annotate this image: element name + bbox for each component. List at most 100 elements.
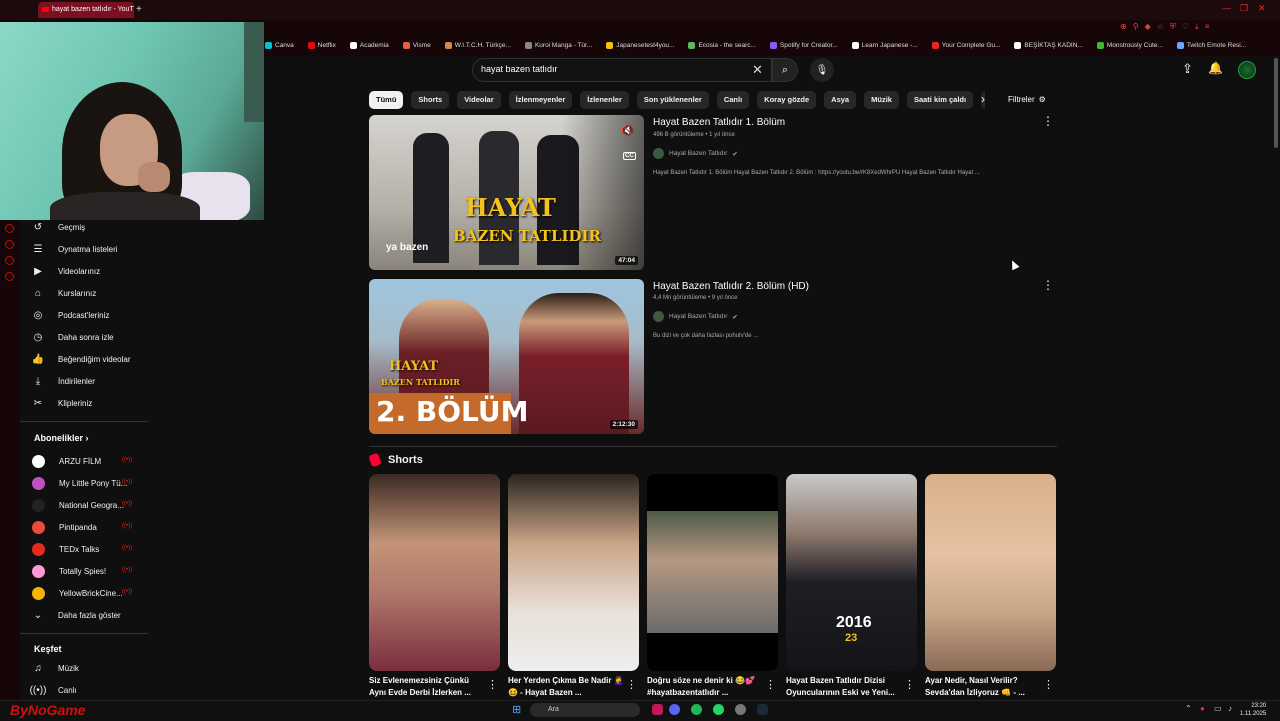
filter-chip[interactable]: Son yüklenenler <box>636 91 709 109</box>
discord-icon[interactable] <box>669 704 680 715</box>
tray-chevron-icon[interactable]: ⌃ <box>1185 704 1192 713</box>
subscription-item[interactable]: National Geogra... <box>32 495 124 515</box>
bookmark-item[interactable]: Spotify for Creator... <box>769 38 838 52</box>
menu-icon[interactable]: ≡ <box>1205 22 1210 32</box>
short-title[interactable]: Hayat Bazen Tatlıdır Dizisi Oyuncularını… <box>786 675 904 699</box>
sidebar-item[interactable]: ✂ Klipleriniz <box>32 393 92 413</box>
minimize-icon[interactable]: — <box>1222 3 1231 13</box>
more-options-icon[interactable]: ⋮ <box>765 678 776 691</box>
bookmark-item[interactable]: Academia <box>349 38 389 52</box>
filter-chip[interactable]: İzlenenler <box>580 91 629 109</box>
bookmark-item[interactable]: W.I.T.C.H. Türkçe... <box>444 38 511 52</box>
short-title[interactable]: Ayar Nedir, Nasıl Verilir? Sevda'dan İzl… <box>925 675 1043 699</box>
sidebar-item[interactable]: ☰ Oynatma listeleri <box>32 239 118 259</box>
browser-tab[interactable]: hayat bazen tatlıdır - YouT <box>38 2 134 18</box>
short-title[interactable]: Her Yerden Çıkma Be Nadir 🤦‍♀️😆 - Hayat … <box>508 675 626 699</box>
spotify-icon[interactable] <box>691 704 702 715</box>
bookmark-item[interactable]: Your Complete Gu... <box>931 38 1000 52</box>
taskbar-clock[interactable]: 23:20 1.11.2025 <box>1240 702 1266 718</box>
more-options-icon[interactable]: ⋮ <box>1042 278 1054 292</box>
sidebar-item[interactable]: ▶ Videolarınız <box>32 261 100 281</box>
bookmark-item[interactable]: BEŞİKTAŞ KADIN... <box>1014 38 1083 52</box>
sidebar-item[interactable]: ♫ Müzik <box>32 658 79 678</box>
page-scrollbar[interactable] <box>1274 58 1278 148</box>
bookmark-item[interactable]: Kuroi Manga - Tür... <box>524 38 592 52</box>
zoom-icon[interactable]: ⊕ <box>1120 22 1127 32</box>
settings-icon[interactable] <box>735 704 746 715</box>
filter-chip[interactable]: Saati kim çaldı <box>906 91 974 109</box>
filter-chip[interactable]: Videolar <box>457 91 501 109</box>
side-panel-icon[interactable] <box>5 224 14 233</box>
side-panel-icon[interactable] <box>5 240 14 249</box>
sidebar-item[interactable]: ((•)) Canlı <box>30 680 77 700</box>
subscription-item[interactable]: Totally Spies! <box>32 561 106 581</box>
filter-chip[interactable]: Canlı <box>716 91 750 109</box>
sidebar-item[interactable]: ⤓ İndirilenler <box>32 371 95 391</box>
video-title[interactable]: Hayat Bazen Tatlıdır 2. Bölüm (HD) <box>653 281 809 292</box>
video-title[interactable]: Hayat Bazen Tatlıdır 1. Bölüm <box>653 117 785 128</box>
cc-icon[interactable]: CC <box>623 152 636 160</box>
side-panel-icon[interactable] <box>5 256 14 265</box>
short-thumbnail[interactable] <box>508 474 639 671</box>
voice-search-button[interactable]: 🎙 <box>810 58 834 82</box>
show-more-button[interactable]: ⌄ Daha fazla göster <box>32 605 121 625</box>
more-options-icon[interactable]: ⋮ <box>904 678 915 691</box>
short-thumbnail[interactable] <box>925 474 1056 671</box>
new-tab-button[interactable]: + <box>136 2 142 18</box>
close-window-icon[interactable]: ✕ <box>1258 3 1266 14</box>
short-thumbnail[interactable]: 2016 23 <box>786 474 917 671</box>
bookmark-item[interactable]: Netflix <box>307 38 336 52</box>
browser-app-icon[interactable] <box>652 704 663 715</box>
sidebar-item[interactable]: ◎ Podcast'leriniz <box>32 305 110 325</box>
sidebar-item[interactable]: ◷ Daha sonra izle <box>32 327 114 347</box>
filter-chip[interactable]: İzlenmeyenler <box>508 91 573 109</box>
mic-tray-icon[interactable]: ● <box>1200 704 1205 713</box>
short-title[interactable]: Siz Evlenemezsiniz Çünkü Aynı Evde Derbi… <box>369 675 487 699</box>
more-options-icon[interactable]: ⋮ <box>487 678 498 691</box>
video-thumbnail[interactable]: HAYAT BAZEN TATLIDIR 2. BÖLÜM 2:12:30 <box>369 279 644 434</box>
subscription-item[interactable]: YellowBrickCine... <box>32 583 123 603</box>
subscription-item[interactable]: My Little Pony Tü... <box>32 473 127 493</box>
subscriptions-heading[interactable]: Abonelikler › <box>34 433 89 443</box>
bookmark-item[interactable]: Learn Japanese -... <box>851 38 918 52</box>
bookmark-item[interactable]: Japanesetest4you... <box>606 38 674 52</box>
shield-icon[interactable]: ⛨ <box>1170 22 1176 32</box>
bookmark-item[interactable]: Twitch Emote Resi... <box>1176 38 1246 52</box>
subscription-item[interactable]: ARZU FİLM <box>32 451 101 471</box>
search-button[interactable]: ⌕ <box>772 58 798 82</box>
subscription-item[interactable]: Pintipanda <box>32 517 97 537</box>
video-channel[interactable]: Hayat Bazen Tatlıdır ✔ <box>653 148 738 159</box>
network-icon[interactable]: ▭ <box>1214 704 1222 713</box>
filter-chip[interactable]: Koray gözde <box>757 91 817 109</box>
windows-start-icon[interactable]: ⊞ <box>512 703 521 716</box>
filter-chip[interactable]: Shorts <box>411 91 450 109</box>
short-title[interactable]: Doğru söze ne denir ki 😂💕 #hayatbazentat… <box>647 675 765 699</box>
restore-icon[interactable]: ❐ <box>1240 3 1248 14</box>
chevron-right-icon[interactable]: › <box>981 92 985 106</box>
bookmark-star-icon[interactable]: ☆ <box>1157 22 1164 32</box>
sidebar-item[interactable]: 👍 Beğendiğim videolar <box>32 349 131 369</box>
filter-chip[interactable]: Tümü <box>369 91 404 109</box>
filter-chip[interactable]: Asya <box>824 91 857 109</box>
sidebar-item[interactable]: ↺ Geçmiş <box>32 217 85 237</box>
bookmark-item[interactable]: Ecosia - the searc... <box>688 38 756 52</box>
short-thumbnail[interactable] <box>647 474 778 671</box>
download-icon[interactable]: ⤓ <box>1195 22 1199 32</box>
more-options-icon[interactable]: ⋮ <box>626 678 637 691</box>
bookmark-item[interactable]: Monstrously Cute... <box>1096 38 1163 52</box>
extension-icon[interactable]: ◆ <box>1145 22 1151 32</box>
subscription-item[interactable]: TEDx Talks <box>32 539 99 559</box>
pin-icon[interactable]: ⚲ <box>1133 22 1139 32</box>
account-avatar[interactable] <box>1238 61 1256 79</box>
sidebar-item[interactable]: ⌂ Kurslarınız <box>32 283 96 303</box>
upload-icon[interactable]: ⇪ <box>1182 61 1193 77</box>
side-panel-icon[interactable] <box>5 272 14 281</box>
more-options-icon[interactable]: ⋮ <box>1043 678 1054 691</box>
more-options-icon[interactable]: ⋮ <box>1042 114 1054 128</box>
filter-chip[interactable]: Müzik <box>864 91 899 109</box>
clear-search-icon[interactable]: ✕ <box>752 62 763 78</box>
heart-icon[interactable]: ♡ <box>1182 22 1189 32</box>
bookmark-item[interactable]: Canva <box>265 38 294 52</box>
taskbar-search[interactable]: Ara <box>530 703 640 717</box>
notifications-bell-icon[interactable]: 🔔 <box>1208 61 1223 75</box>
